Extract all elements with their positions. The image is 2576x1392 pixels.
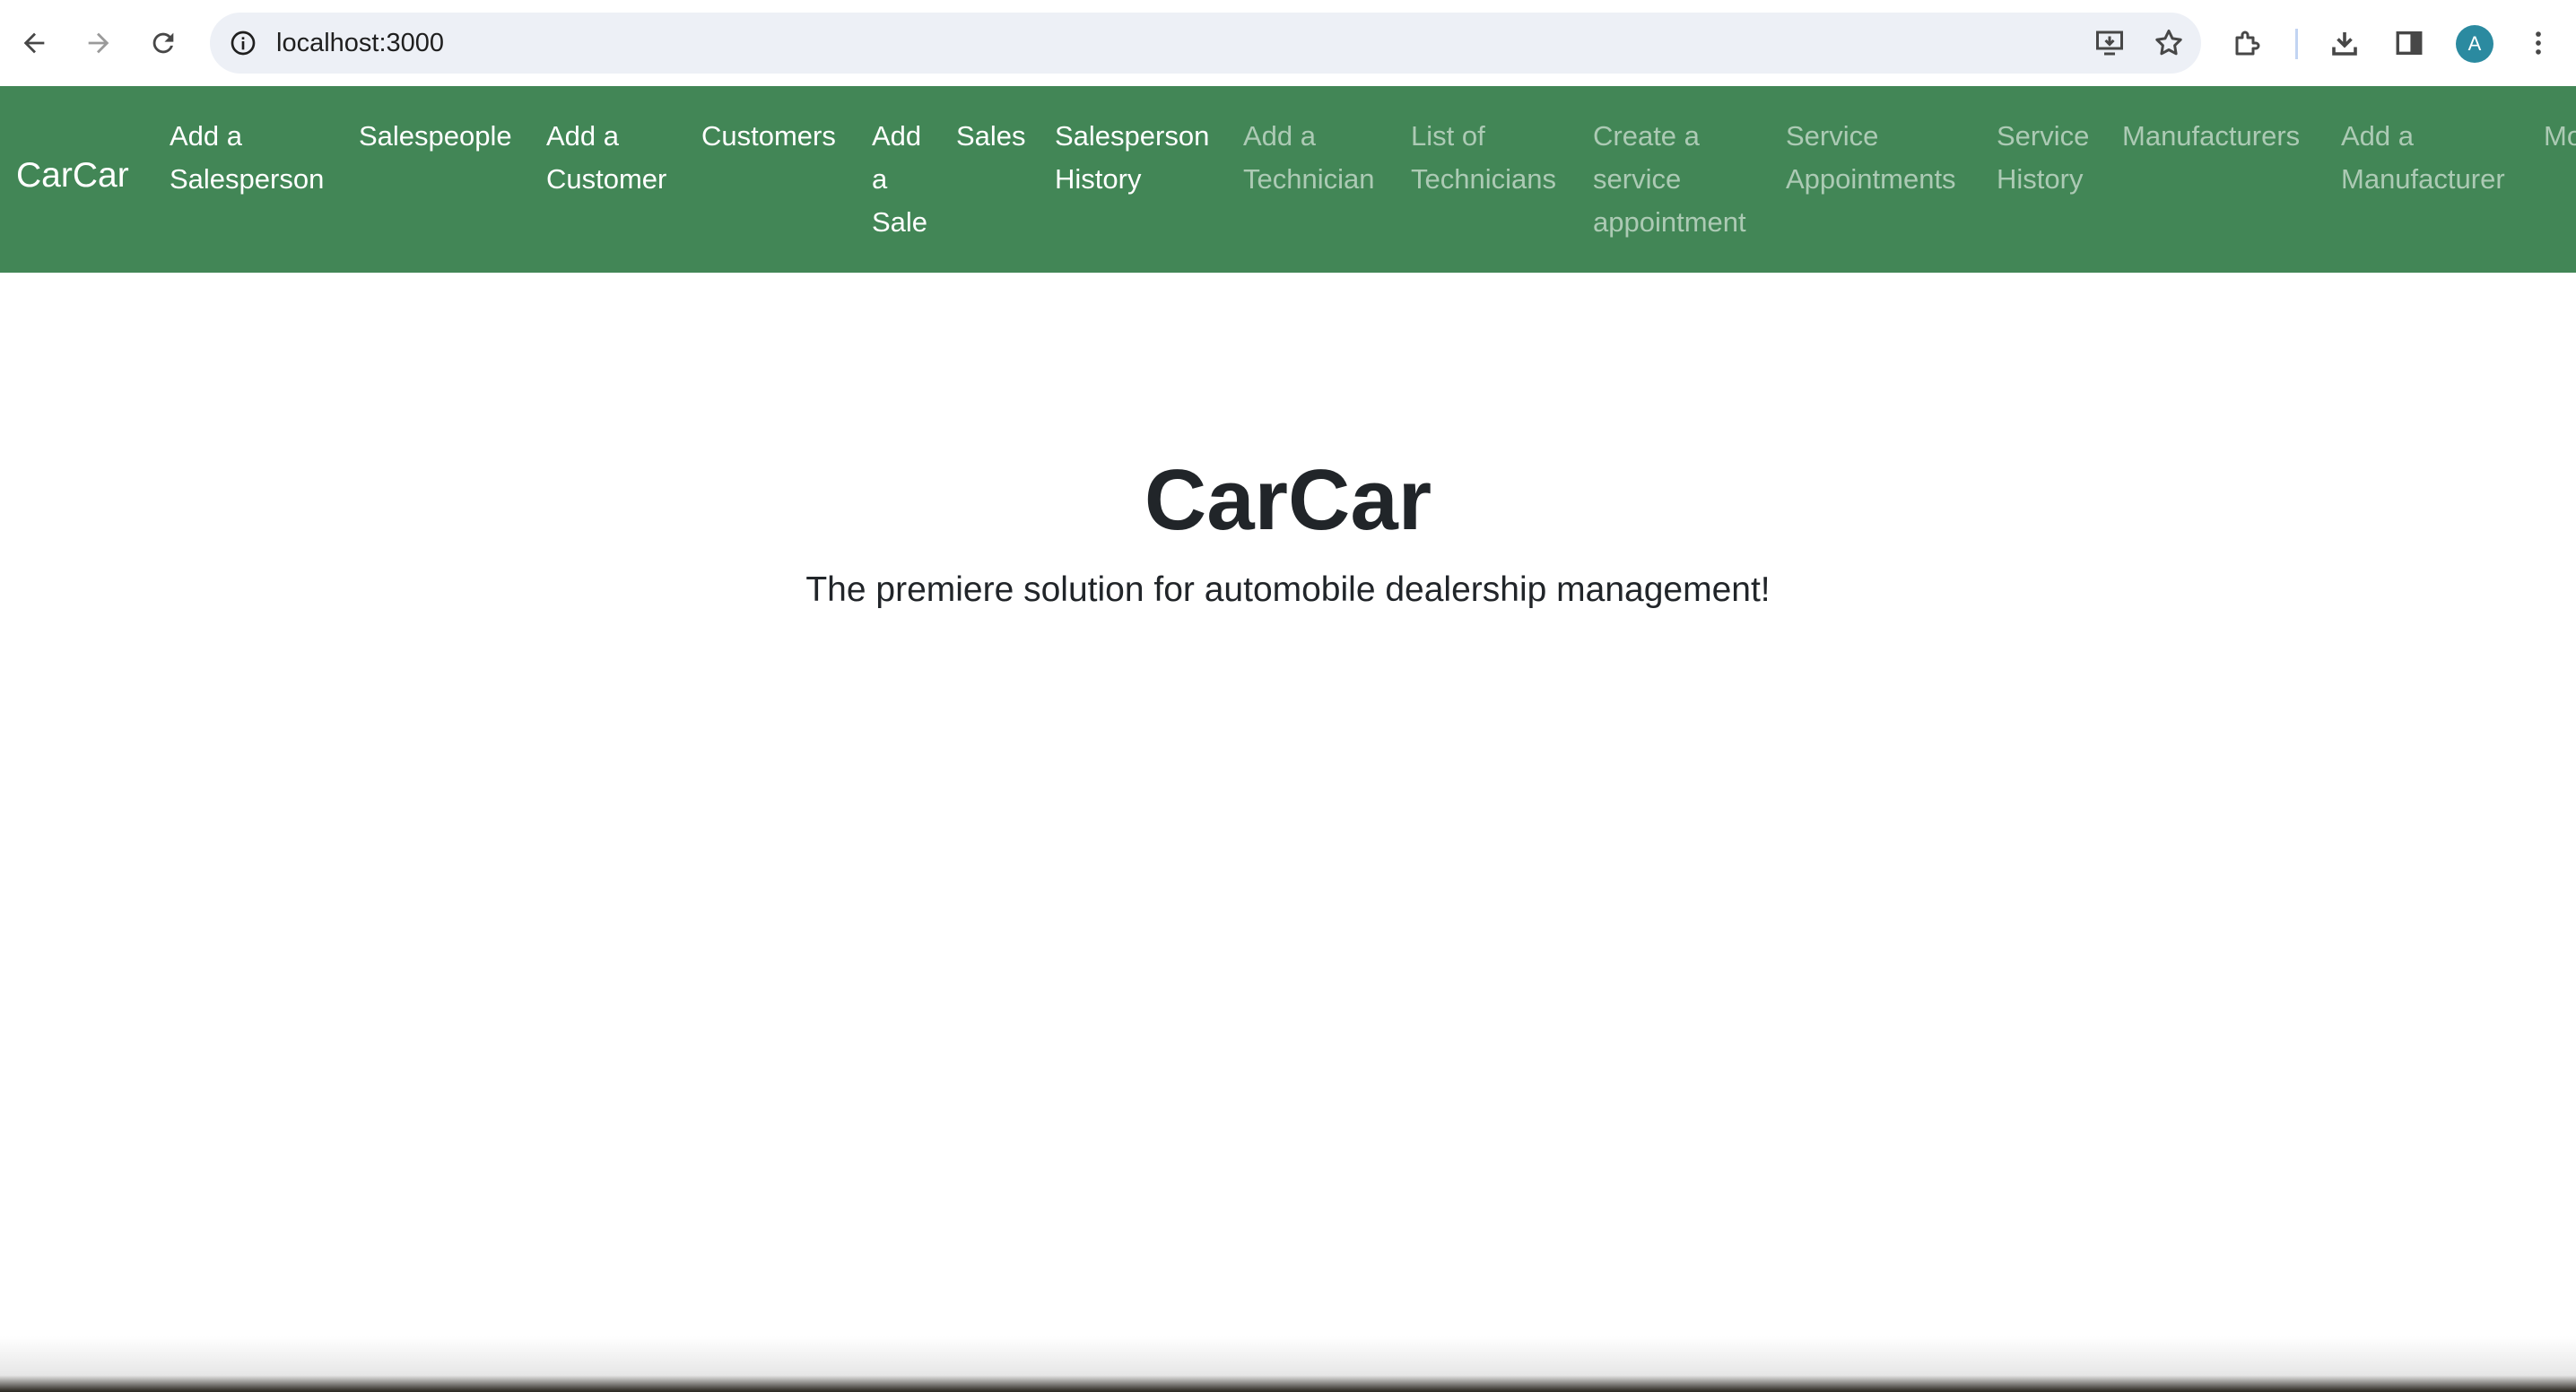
kebab-menu-icon[interactable] bbox=[2513, 18, 2563, 68]
nav-item-list-technicians[interactable]: List of Technicians bbox=[1411, 115, 1577, 201]
puzzle-icon[interactable] bbox=[2223, 18, 2273, 68]
address-bar[interactable]: localhost:3000 bbox=[210, 13, 2201, 74]
nav-item-create-service-appointment[interactable]: Create a service appointment bbox=[1593, 115, 1768, 244]
nav-item-salesperson-history[interactable]: Salesperson History bbox=[1055, 115, 1225, 201]
nav-item-add-sale[interactable]: Add a Sale bbox=[872, 115, 927, 244]
nav-item-add-technician[interactable]: Add a Technician bbox=[1243, 115, 1391, 201]
main-navbar: CarCar Add a Salesperson Salespeople Add… bbox=[0, 86, 2576, 273]
star-icon[interactable] bbox=[2147, 22, 2190, 65]
nav-item-customers[interactable]: Customers bbox=[701, 115, 858, 158]
reload-icon[interactable] bbox=[138, 18, 188, 68]
nav-item-salespeople[interactable]: Salespeople bbox=[359, 115, 538, 158]
page-lead: The premiere solution for automobile dea… bbox=[805, 570, 1771, 609]
nav-item-service-history[interactable]: Service History bbox=[1997, 115, 2104, 201]
browser-toolbar: localhost:3000 A bbox=[0, 0, 2576, 86]
nav-item-sales[interactable]: Sales bbox=[956, 115, 1046, 158]
toolbar-separator bbox=[2295, 29, 2298, 59]
nav-item-service-appointments[interactable]: Service Appointments bbox=[1786, 115, 1979, 201]
forward-arrow-icon[interactable] bbox=[74, 18, 124, 68]
download-icon[interactable] bbox=[2319, 18, 2370, 68]
navbar-brand[interactable]: CarCar bbox=[16, 151, 129, 201]
nav-item-add-salesperson[interactable]: Add a Salesperson bbox=[170, 115, 340, 201]
nav-item-add-manufacturer[interactable]: Add a Manufacturer bbox=[2341, 115, 2525, 201]
nav-item-add-customer[interactable]: Add a Customer bbox=[546, 115, 681, 201]
nav-item-models[interactable]: Mo bbox=[2544, 115, 2576, 158]
side-panel-icon[interactable] bbox=[2384, 18, 2434, 68]
info-icon[interactable] bbox=[226, 26, 260, 60]
url-text[interactable]: localhost:3000 bbox=[276, 26, 444, 60]
window-bottom-edge bbox=[0, 1336, 2576, 1392]
page-title: CarCar bbox=[1144, 452, 1432, 548]
install-app-icon[interactable] bbox=[2088, 22, 2131, 65]
profile-avatar[interactable]: A bbox=[2456, 25, 2493, 63]
nav-item-manufacturers[interactable]: Manufacturers bbox=[2122, 115, 2333, 158]
back-arrow-icon[interactable] bbox=[9, 18, 59, 68]
